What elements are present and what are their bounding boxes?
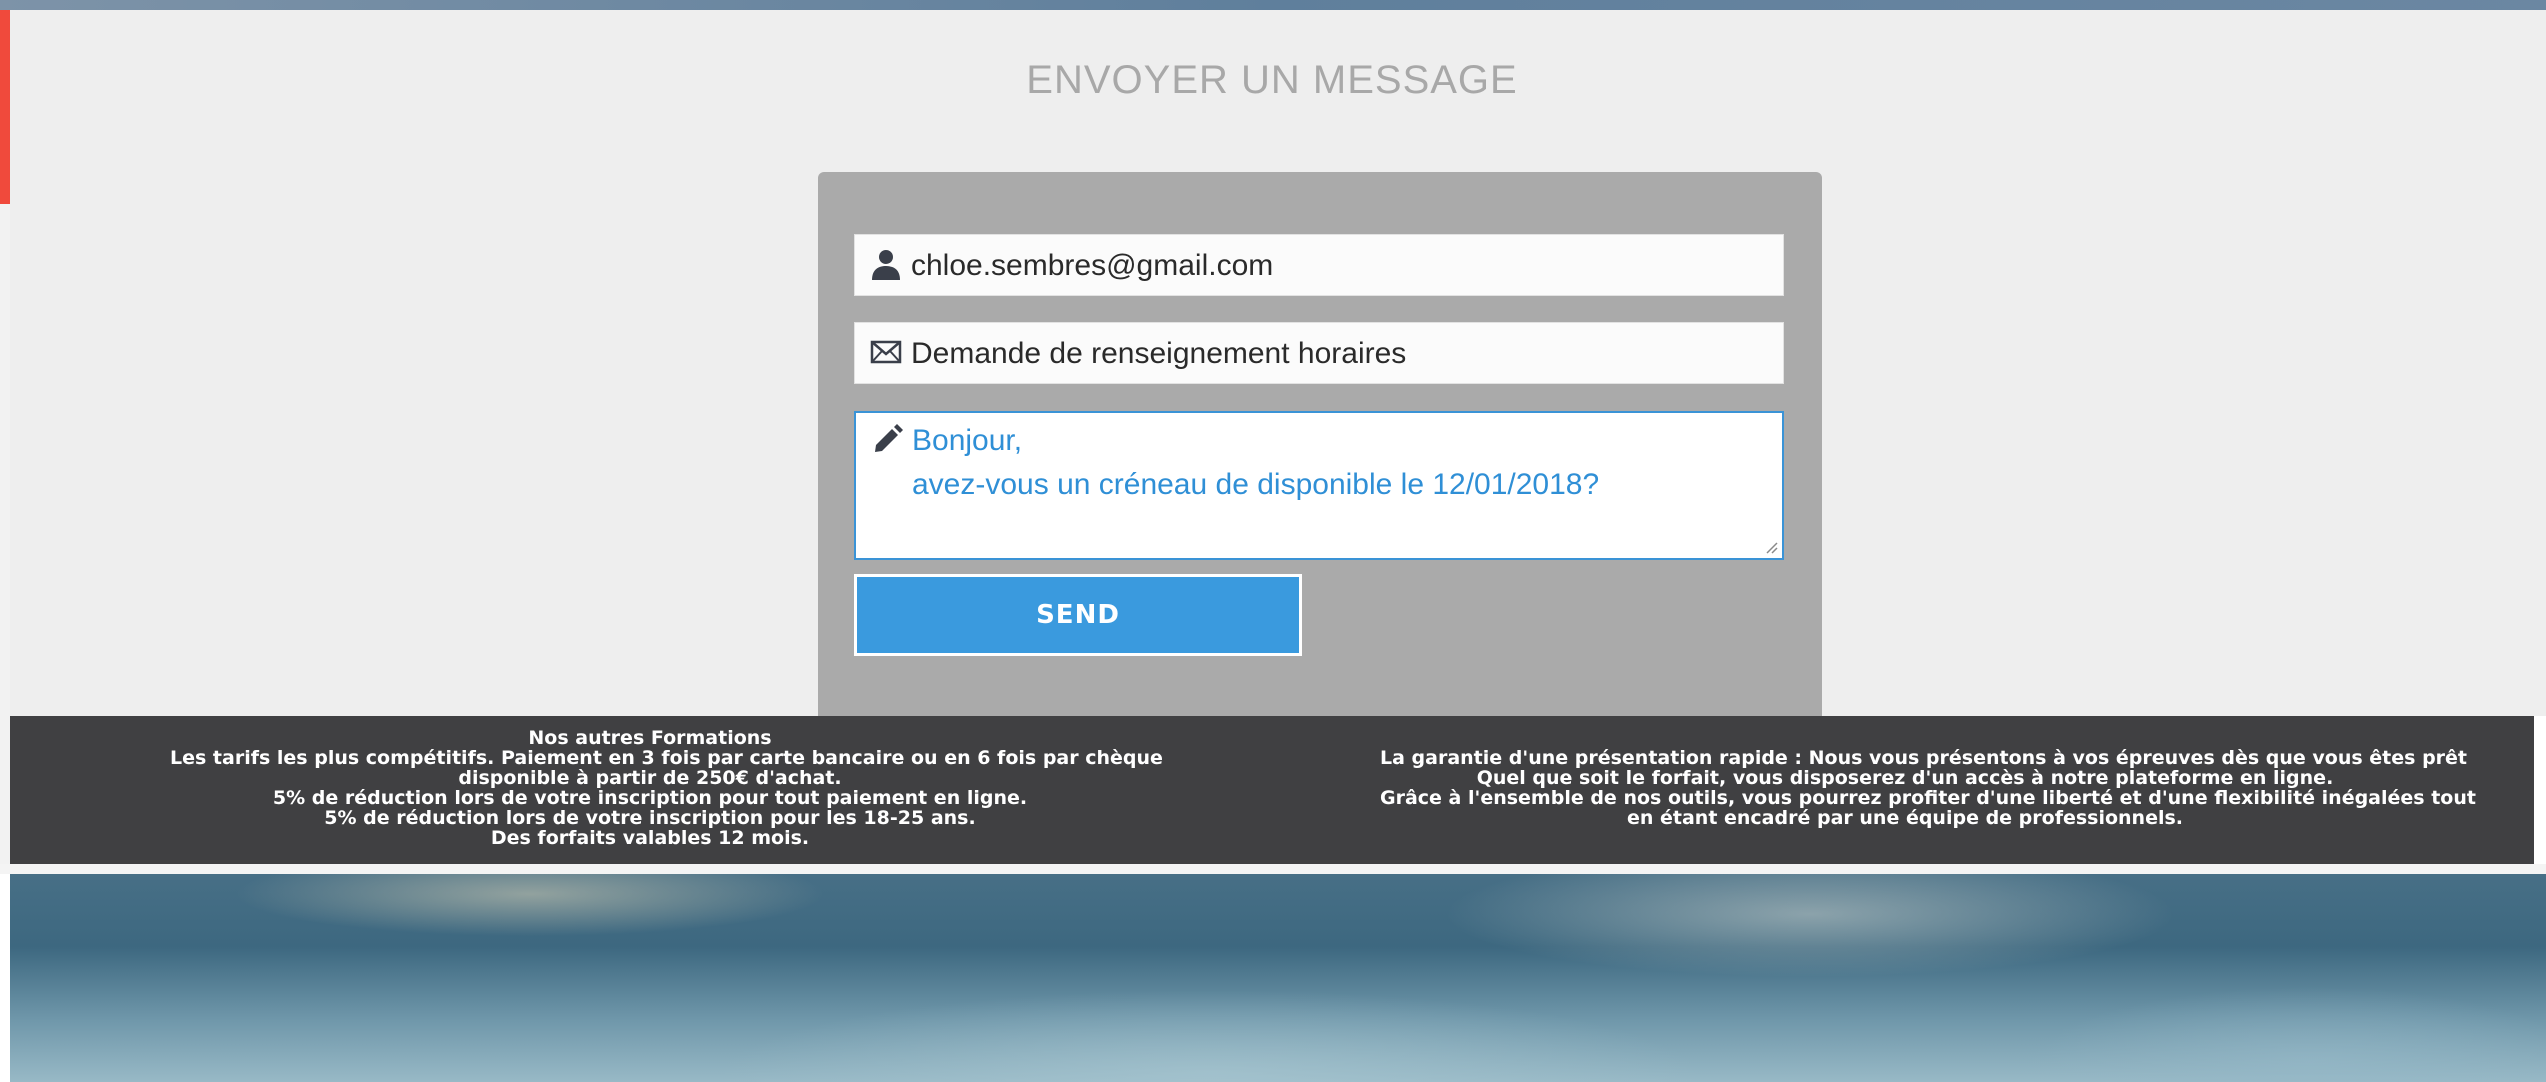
footer-line: Les tarifs les plus compétitifs. Paiemen… — [170, 747, 1163, 769]
resize-handle[interactable] — [1762, 538, 1778, 554]
pencil-icon — [875, 424, 903, 452]
footer-line: La garantie d'une présentation rapide : … — [1380, 747, 2468, 769]
footer-line: Des forfaits valables 12 mois. — [490, 827, 810, 849]
subject-field[interactable]: Demande de renseignement horaires — [854, 322, 1784, 384]
footer-line: Grâce à l'ensemble de nos outils, vous p… — [1380, 787, 2476, 809]
contact-form: chloe.sembres@gmail.com Demande de rense… — [818, 172, 1822, 724]
email-field[interactable]: chloe.sembres@gmail.com — [854, 234, 1784, 296]
footer-guarantee: La garantie d'une présentation rapide : … — [1380, 747, 2476, 829]
user-icon — [872, 250, 900, 280]
message-field[interactable]: Bonjour, avez-vous un créneau de disponi… — [854, 411, 1784, 560]
footer-line: disponible à partir de 250€ d'achat. — [458, 767, 842, 789]
footer: Nos autres Formations Les tarifs les plu… — [10, 716, 2534, 864]
contact-section: ENVOYER UN MESSAGE chloe.sembres@gmail.c… — [10, 10, 2546, 724]
email-value[interactable]: chloe.sembres@gmail.com — [911, 235, 1273, 297]
envelope-icon — [870, 340, 902, 364]
footer-line: 5% de réduction lors de votre inscriptio… — [324, 807, 976, 829]
background-photo — [10, 874, 2546, 1082]
subject-value[interactable]: Demande de renseignement horaires — [911, 323, 1406, 385]
footer-line: 5% de réduction lors de votre inscriptio… — [272, 787, 1028, 809]
footer-heading: Nos autres Formations — [528, 727, 772, 749]
top-strip — [0, 0, 2546, 10]
message-value[interactable]: Bonjour, avez-vous un créneau de disponi… — [912, 419, 1599, 507]
footer-formations: Nos autres Formations Les tarifs les plu… — [170, 727, 1163, 849]
footer-line: en étant encadré par une équipe de profe… — [1626, 807, 2184, 829]
footer-line: Quel que soit le forfait, vous disposere… — [1476, 767, 2334, 789]
page-title: ENVOYER UN MESSAGE — [1026, 58, 1518, 102]
page: ENVOYER UN MESSAGE chloe.sembres@gmail.c… — [0, 0, 2546, 1082]
send-button[interactable]: SEND — [854, 574, 1302, 656]
footer-divider — [0, 864, 2546, 874]
left-accent-bar — [0, 10, 10, 204]
